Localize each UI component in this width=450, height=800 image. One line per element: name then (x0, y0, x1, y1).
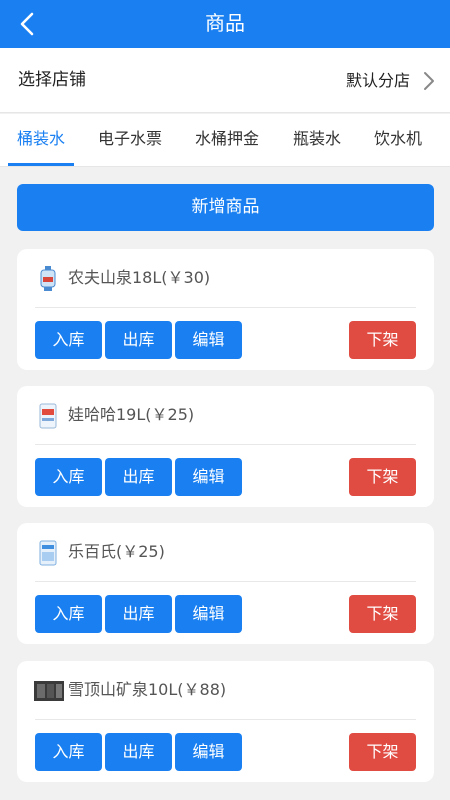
product-card: 乐百氏(￥25) 入库 出库 编辑 下架 (17, 523, 434, 644)
delist-button[interactable]: 下架 (349, 321, 416, 359)
tab-bottled-water[interactable]: 瓶装水 (293, 114, 341, 167)
product-name: 农夫山泉18L(￥30) (68, 268, 211, 287)
tab-barreled-water[interactable]: 桶装水 (17, 114, 65, 167)
delist-button[interactable]: 下架 (349, 458, 416, 496)
water-bucket-icon (40, 266, 56, 291)
tab-bucket-deposit[interactable]: 水桶押金 (195, 114, 259, 167)
tab-e-water-ticket[interactable]: 电子水票 (98, 114, 162, 167)
stock-out-button[interactable]: 出库 (105, 595, 172, 633)
product-card: 农夫山泉18L(￥30) 入库 出库 编辑 下架 (17, 249, 434, 370)
stock-in-button[interactable]: 入库 (35, 733, 102, 771)
divider (35, 719, 416, 720)
product-name: 雪顶山矿泉10L(￥88) (68, 680, 227, 699)
tab-water-dispenser[interactable]: 饮水机 (374, 114, 422, 167)
add-product-button[interactable]: 新增商品 (17, 184, 434, 231)
stock-in-button[interactable]: 入库 (35, 595, 102, 633)
water-photo-icon (34, 681, 64, 701)
page-title: 商品 (205, 11, 245, 35)
edit-button[interactable]: 编辑 (175, 458, 242, 496)
divider (35, 444, 416, 445)
store-selector[interactable]: 选择店铺 默认分店 (0, 48, 450, 113)
stock-in-button[interactable]: 入库 (35, 458, 102, 496)
water-bottle-icon (39, 540, 57, 566)
delist-button[interactable]: 下架 (349, 733, 416, 771)
chevron-right-icon (424, 72, 434, 90)
water-bottle-icon (39, 403, 57, 429)
product-card: 娃哈哈19L(￥25) 入库 出库 编辑 下架 (17, 386, 434, 507)
edit-button[interactable]: 编辑 (175, 321, 242, 359)
stock-out-button[interactable]: 出库 (105, 458, 172, 496)
stock-in-button[interactable]: 入库 (35, 321, 102, 359)
edit-button[interactable]: 编辑 (175, 595, 242, 633)
edit-button[interactable]: 编辑 (175, 733, 242, 771)
divider (35, 307, 416, 308)
top-bar: 商品 (0, 0, 450, 48)
product-name: 娃哈哈19L(￥25) (68, 405, 195, 424)
stock-out-button[interactable]: 出库 (105, 733, 172, 771)
category-tabs: 桶装水 电子水票 水桶押金 瓶装水 饮水机 (0, 114, 450, 167)
product-card: 雪顶山矿泉10L(￥88) 入库 出库 编辑 下架 (17, 661, 434, 782)
active-tab-indicator (8, 163, 74, 166)
delist-button[interactable]: 下架 (349, 595, 416, 633)
store-value: 默认分店 (345, 71, 410, 90)
divider (35, 581, 416, 582)
stock-out-button[interactable]: 出库 (105, 321, 172, 359)
store-label: 选择店铺 (18, 70, 86, 90)
product-name: 乐百氏(￥25) (68, 542, 165, 561)
